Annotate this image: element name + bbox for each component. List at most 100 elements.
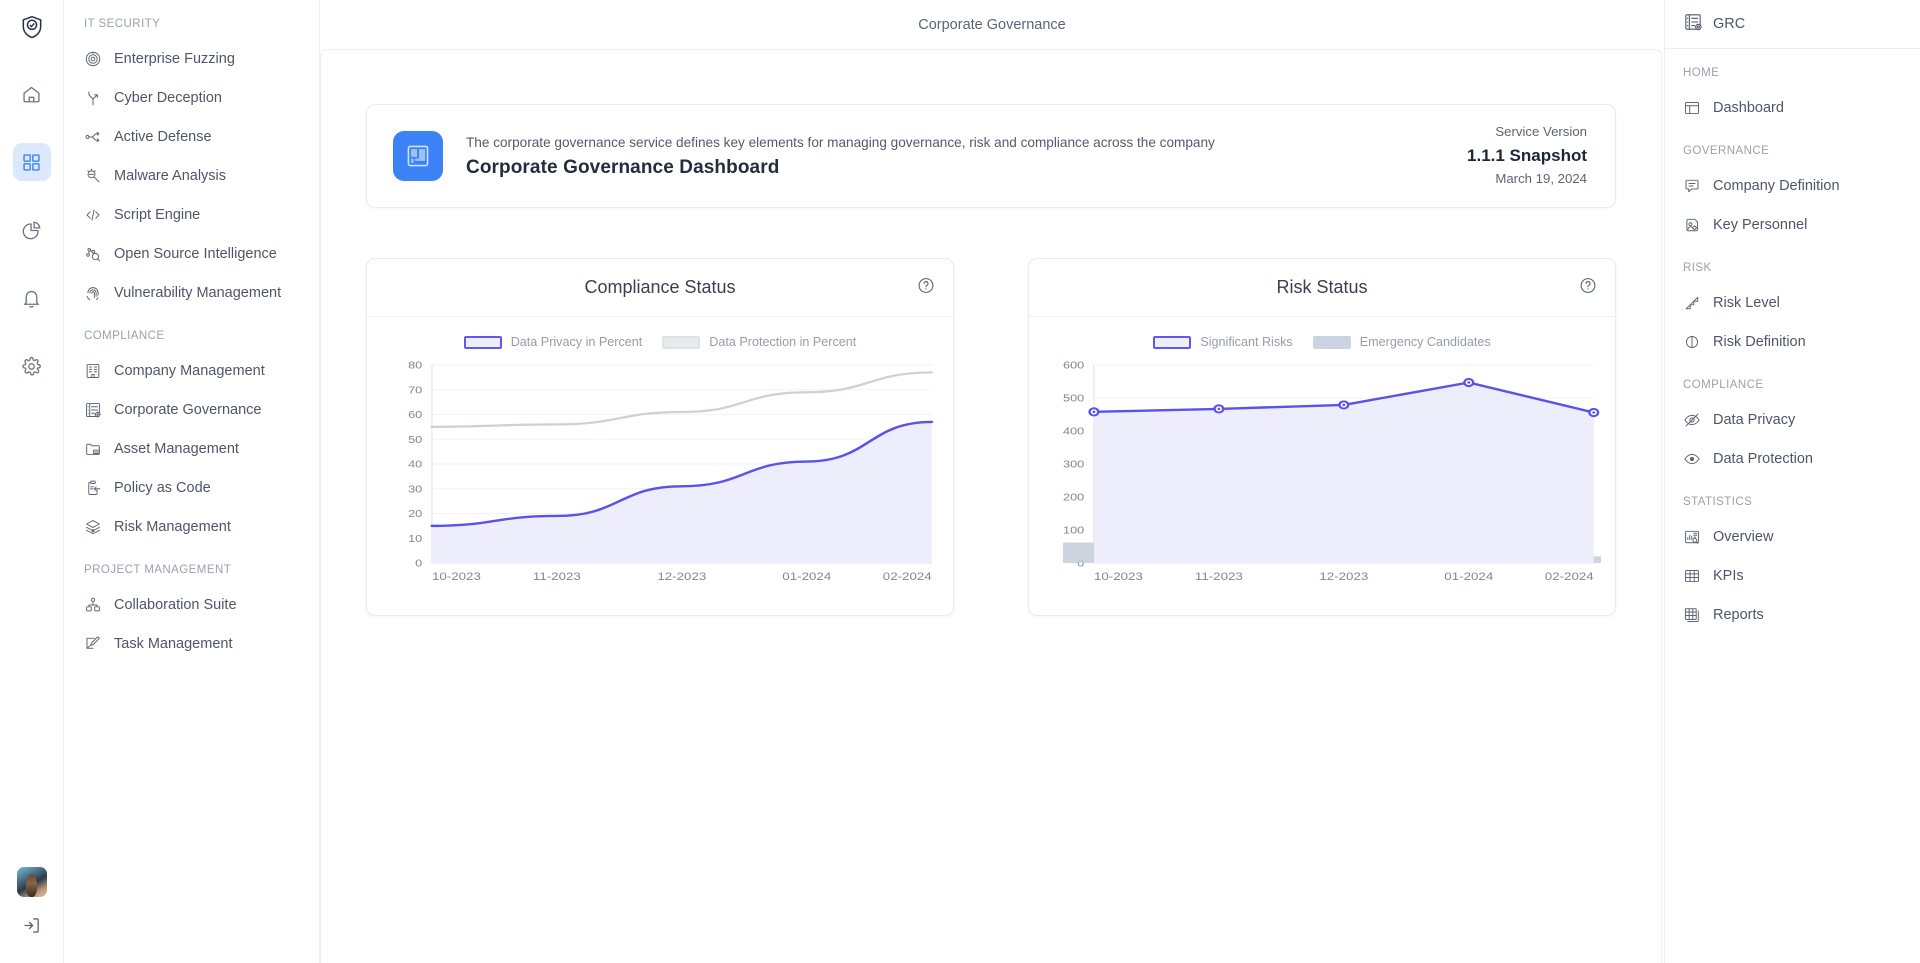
svg-text:20: 20 xyxy=(408,508,423,520)
legend-swatch xyxy=(464,336,502,349)
sidebar-item-active-defense[interactable]: Active Defense xyxy=(64,117,319,156)
branch-icon xyxy=(84,89,102,107)
nav-group-label: RISK xyxy=(1665,262,1920,274)
nav-item-label: Asset Management xyxy=(114,441,239,457)
clipboard-arrow-icon xyxy=(84,479,102,497)
rightnav-item-reports[interactable]: Reports xyxy=(1665,595,1920,634)
rightnav-item-dashboard[interactable]: Dashboard xyxy=(1665,88,1920,127)
rightnav-item-overview[interactable]: Overview xyxy=(1665,517,1920,556)
compliance-status-card: Compliance Status Data Privacy in Pe xyxy=(366,258,954,616)
help-circle-icon[interactable] xyxy=(1579,276,1597,299)
svg-text:10-2023: 10-2023 xyxy=(1094,570,1143,583)
sidebar-item-asset-management[interactable]: Asset Management xyxy=(64,429,319,468)
avatar[interactable] xyxy=(17,867,47,897)
compliance-plot: 0102030405060708010-202311-202312-202301… xyxy=(381,357,939,589)
svg-text:02-2024: 02-2024 xyxy=(1545,570,1594,583)
svg-text:12-2023: 12-2023 xyxy=(1319,570,1368,583)
legend-item-0[interactable]: Data Privacy in Percent xyxy=(464,335,643,349)
banner-subtitle: The corporate governance service defines… xyxy=(466,133,1467,152)
nav-item-label: Policy as Code xyxy=(114,480,211,496)
sidebar-item-corporate-governance[interactable]: Corporate Governance xyxy=(64,390,319,429)
rightnav-item-data-privacy[interactable]: Data Privacy xyxy=(1665,400,1920,439)
list-gear-icon xyxy=(1683,12,1703,36)
svg-text:30: 30 xyxy=(408,483,423,495)
svg-text:70: 70 xyxy=(408,384,423,396)
sidebar-item-collaboration-suite[interactable]: Collaboration Suite xyxy=(64,585,319,624)
rail-item-settings[interactable] xyxy=(13,347,51,385)
svg-text:11-2023: 11-2023 xyxy=(533,570,581,583)
chart-body: Data Privacy in Percent Data Protection … xyxy=(367,317,953,615)
sidebar-item-cyber-deception[interactable]: Cyber Deception xyxy=(64,78,319,117)
sidebar-item-open-source-intelligence[interactable]: Open Source Intelligence xyxy=(64,234,319,273)
risk-plot: 010020030040050060010-202311-202312-2023… xyxy=(1043,357,1601,589)
risk-status-card: Risk Status Significant Risks xyxy=(1028,258,1616,616)
nav-item-label: Risk Level xyxy=(1713,295,1780,311)
rightnav-item-risk-definition[interactable]: Risk Definition xyxy=(1665,322,1920,361)
sidebar-item-policy-as-code[interactable]: Policy as Code xyxy=(64,468,319,507)
nav-item-label: Active Defense xyxy=(114,129,212,145)
nav-item-label: Dashboard xyxy=(1713,100,1784,116)
sidebar-item-malware-analysis[interactable]: Malware Analysis xyxy=(64,156,319,195)
sidebar-item-script-engine[interactable]: Script Engine xyxy=(64,195,319,234)
nav-item-label: Company Management xyxy=(114,363,265,379)
svg-text:600: 600 xyxy=(1063,360,1085,372)
sidebar-item-risk-management[interactable]: Risk Management xyxy=(64,507,319,546)
sidebar-item-enterprise-fuzzing[interactable]: Enterprise Fuzzing xyxy=(64,39,319,78)
nav-item-label: Collaboration Suite xyxy=(114,597,237,613)
nav-item-label: KPIs xyxy=(1713,568,1744,584)
sidebar-item-task-management[interactable]: Task Management xyxy=(64,624,319,663)
person-gear-icon xyxy=(1683,216,1701,234)
rightnav-item-key-personnel[interactable]: Key Personnel xyxy=(1665,205,1920,244)
dashboard-layout-icon xyxy=(393,131,443,181)
svg-text:50: 50 xyxy=(408,434,423,446)
svg-text:100: 100 xyxy=(1063,525,1085,537)
rail-item-apps[interactable] xyxy=(13,143,51,181)
service-version-block: Service Version 1.1.1 Snapshot March 19,… xyxy=(1467,122,1587,189)
nav-item-label: Company Definition xyxy=(1713,178,1840,194)
nav-item-label: Malware Analysis xyxy=(114,168,226,184)
rail-item-notifications[interactable] xyxy=(13,279,51,317)
rightnav-item-data-protection[interactable]: Data Protection xyxy=(1665,439,1920,478)
legend-item-0[interactable]: Significant Risks xyxy=(1153,335,1292,349)
nav-item-label: Key Personnel xyxy=(1713,217,1807,233)
sidebar-item-vulnerability-management[interactable]: Vulnerability Management xyxy=(64,273,319,312)
shield-check-icon[interactable] xyxy=(19,14,45,45)
banner-text: The corporate governance service defines… xyxy=(466,133,1467,179)
left-sidebar: IT SECURITYEnterprise FuzzingCyber Decep… xyxy=(64,0,320,963)
right-sidebar: GRC HOMEDashboardGOVERNANCECompany Defin… xyxy=(1664,0,1920,963)
legend-item-1[interactable]: Emergency Candidates xyxy=(1313,335,1491,349)
nav-item-label: Corporate Governance xyxy=(114,402,262,418)
flow-icon xyxy=(84,128,102,146)
nav-group-label: COMPLIANCE xyxy=(64,330,319,342)
nav-item-label: Task Management xyxy=(114,636,232,652)
nav-group: IT SECURITYEnterprise FuzzingCyber Decep… xyxy=(64,18,319,312)
nav-item-label: Risk Definition xyxy=(1713,334,1806,350)
svg-text:01-2024: 01-2024 xyxy=(782,570,831,583)
svg-text:12-2023: 12-2023 xyxy=(657,570,706,583)
chart-header: Compliance Status xyxy=(367,259,953,317)
sidebar-item-company-management[interactable]: Company Management xyxy=(64,351,319,390)
rail-item-home[interactable] xyxy=(13,75,51,113)
svg-text:02-2024: 02-2024 xyxy=(883,570,932,583)
eye-icon xyxy=(1683,450,1701,468)
logout-icon[interactable] xyxy=(21,915,42,941)
building-icon xyxy=(84,362,102,380)
main-area: Corporate Governance The corporate gover… xyxy=(320,0,1664,963)
rightnav-item-kpis[interactable]: KPIs xyxy=(1665,556,1920,595)
nav-group: RISK Risk Level Risk Definition xyxy=(1665,262,1920,361)
chart-title: Compliance Status xyxy=(584,277,735,298)
legend-label: Data Protection in Percent xyxy=(709,335,856,349)
nav-item-label: Risk Management xyxy=(114,519,231,535)
rightnav-item-risk-level[interactable]: Risk Level xyxy=(1665,283,1920,322)
svg-text:11-2023: 11-2023 xyxy=(1195,570,1243,583)
list-gear-icon xyxy=(84,401,102,419)
rail-item-analytics[interactable] xyxy=(13,211,51,249)
service-version-number: 1.1.1 Snapshot xyxy=(1467,143,1587,169)
legend-item-1[interactable]: Data Protection in Percent xyxy=(662,335,856,349)
help-circle-icon[interactable] xyxy=(917,276,935,299)
legend-label: Significant Risks xyxy=(1200,335,1292,349)
nav-group: STATISTICSOverviewKPIsReports xyxy=(1665,496,1920,634)
rightnav-item-company-definition[interactable]: Company Definition xyxy=(1665,166,1920,205)
eye-off-icon xyxy=(1683,411,1701,429)
nav-group-label: HOME xyxy=(1665,67,1920,79)
